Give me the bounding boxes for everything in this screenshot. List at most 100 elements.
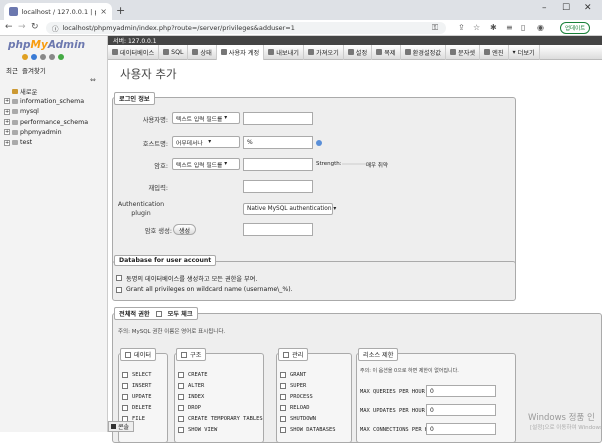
expand-icon[interactable]: + [4, 129, 10, 136]
menu-label: 가져오기 [316, 49, 339, 57]
privilege-checkbox[interactable] [178, 383, 184, 389]
privilege-checkbox[interactable] [280, 416, 286, 422]
expand-icon[interactable]: + [4, 139, 10, 146]
tree-db-item[interactable]: + phpmyadmin [4, 127, 88, 137]
privilege-checkbox[interactable] [280, 427, 286, 433]
auth-plugin-select[interactable]: Native MySQL authentication ▾ [243, 203, 336, 215]
tab-engines[interactable]: 엔진 [480, 44, 509, 60]
share-icon[interactable]: ⇪ [458, 23, 465, 32]
privilege-checkbox[interactable] [178, 405, 184, 411]
browser-tab[interactable]: localhost / 127.0.0.1 | phpMyAdmin × [4, 3, 112, 20]
tab-close-icon[interactable]: × [100, 7, 107, 16]
privilege-label: DELETE [132, 405, 152, 411]
back-icon[interactable]: ← [5, 22, 13, 32]
tab-charsets[interactable]: 문자셋 [446, 44, 481, 60]
tab-status[interactable]: 상태 [188, 44, 217, 60]
profile-icon[interactable]: ◉ [537, 23, 544, 32]
reload-icon[interactable]: ↻ [31, 22, 39, 32]
tab-import[interactable]: 가져오기 [304, 44, 344, 60]
logout-icon[interactable] [31, 54, 37, 60]
reload-nav-icon[interactable] [58, 54, 64, 60]
auth-plugin-label: Authentication plugin [114, 200, 168, 218]
new-tab-button[interactable]: + [116, 4, 125, 17]
close-window-button[interactable]: ✕ [584, 3, 592, 13]
privilege-checkbox[interactable] [178, 427, 184, 433]
max-updates-input[interactable]: 0 [426, 404, 496, 416]
phpmyadmin-logo[interactable]: phpMyAdmin [8, 39, 85, 51]
password-type-select[interactable]: 텍스트 입력 필드를 ▾ [172, 158, 240, 170]
expand-icon[interactable]: + [4, 119, 10, 126]
maximize-button[interactable]: ☐ [562, 3, 570, 13]
tab-recent[interactable]: 최근 [6, 65, 18, 75]
generate-button[interactable]: 생성 [173, 224, 197, 235]
key-icon[interactable]: ⚿ [432, 23, 438, 33]
tab-favorites[interactable]: 즐겨찾기 [22, 65, 46, 75]
home-icon[interactable] [22, 54, 28, 60]
tab-user-accounts[interactable]: 사용자 계정 [216, 44, 265, 60]
privilege-checkbox[interactable] [178, 416, 184, 422]
max-connections-input[interactable]: 0 [426, 423, 496, 435]
privilege-label: CREATE [188, 372, 208, 378]
privilege-checkbox[interactable] [178, 372, 184, 378]
check-all-checkbox[interactable] [155, 310, 162, 317]
username-input[interactable] [243, 112, 313, 125]
wildcard-checkbox[interactable] [116, 287, 122, 293]
tab-databases[interactable]: 데이터베이스 [108, 44, 160, 60]
username-type-select[interactable]: 텍스트 입력 필드를 ▾ [172, 112, 240, 124]
tree-new[interactable]: 새로운 [4, 86, 88, 96]
tab-variables[interactable]: 환경설정값 [401, 44, 447, 60]
tree-db-item[interactable]: + performance_schema [4, 117, 88, 127]
tab-more[interactable]: ▾ 더보기 [509, 44, 540, 60]
sidebar-icon-row [22, 54, 64, 60]
tree-db-item[interactable]: + mysql [4, 107, 88, 117]
tree-db-item[interactable]: + test [4, 137, 88, 147]
privilege-checkbox[interactable] [122, 372, 128, 378]
bookmark-star-icon[interactable]: ☆ [473, 23, 480, 32]
create-db-checkbox[interactable] [116, 275, 122, 281]
privilege-checkbox[interactable] [122, 383, 128, 389]
privilege-checkbox[interactable] [280, 372, 286, 378]
data-group-checkbox[interactable] [125, 351, 131, 358]
sidepanel-icon[interactable]: ▯ [521, 23, 525, 32]
admin-group-checkbox[interactable] [283, 351, 289, 358]
collapse-link-icon[interactable]: ⇔ [90, 76, 96, 84]
privilege-checkbox[interactable] [178, 394, 184, 400]
menu-label: 설정 [355, 49, 368, 57]
console-toggle[interactable]: 콘솔 [108, 421, 134, 432]
privilege-label: SHOW VIEW [188, 427, 218, 433]
tree-db-item[interactable]: + information_schema [4, 96, 88, 106]
tab-replication[interactable]: 복제 [372, 44, 401, 60]
privilege-checkbox[interactable] [280, 394, 286, 400]
tab-export[interactable]: 내보내기 [264, 44, 305, 60]
help-icon[interactable] [316, 140, 322, 146]
structure-group-checkbox[interactable] [181, 351, 187, 358]
max-queries-input[interactable]: 0 [426, 385, 496, 397]
host-type-select[interactable]: 어무데서나 ▾ [172, 136, 240, 148]
url-bar[interactable]: ⓘ localhost/phpmyadmin/index.php?route=/… [46, 22, 446, 34]
tab-sql[interactable]: SQL [159, 44, 189, 60]
forward-icon[interactable]: → [18, 22, 26, 32]
generate-password-label: 암호 생성: [144, 228, 172, 235]
reenter-input[interactable] [243, 180, 313, 193]
settings-icon[interactable] [49, 54, 55, 60]
logo-php: php [8, 39, 31, 51]
generated-password-input[interactable] [243, 223, 313, 236]
update-button[interactable]: 업데이트 [560, 22, 591, 34]
expand-icon[interactable]: + [4, 108, 10, 115]
privilege-checkbox[interactable] [280, 383, 286, 389]
host-label: 호스트명: [142, 141, 168, 148]
limit-label: MAX QUERIES PER HOUR [360, 389, 425, 395]
wildcard-label: Grant all privileges on wildcard name (u… [126, 286, 293, 293]
extensions-icon[interactable]: ✱ [490, 23, 497, 32]
db-name: performance_schema [20, 118, 89, 126]
privilege-checkbox[interactable] [122, 405, 128, 411]
host-input[interactable]: % [243, 136, 313, 149]
docs-icon[interactable] [40, 54, 46, 60]
minimize-button[interactable]: – [542, 3, 547, 13]
expand-icon[interactable]: + [4, 98, 10, 105]
tab-settings[interactable]: 설정 [344, 44, 373, 60]
menu-list-icon[interactable]: ≡ [506, 23, 513, 32]
password-input[interactable] [243, 158, 313, 171]
privilege-checkbox[interactable] [122, 394, 128, 400]
privilege-checkbox[interactable] [280, 405, 286, 411]
